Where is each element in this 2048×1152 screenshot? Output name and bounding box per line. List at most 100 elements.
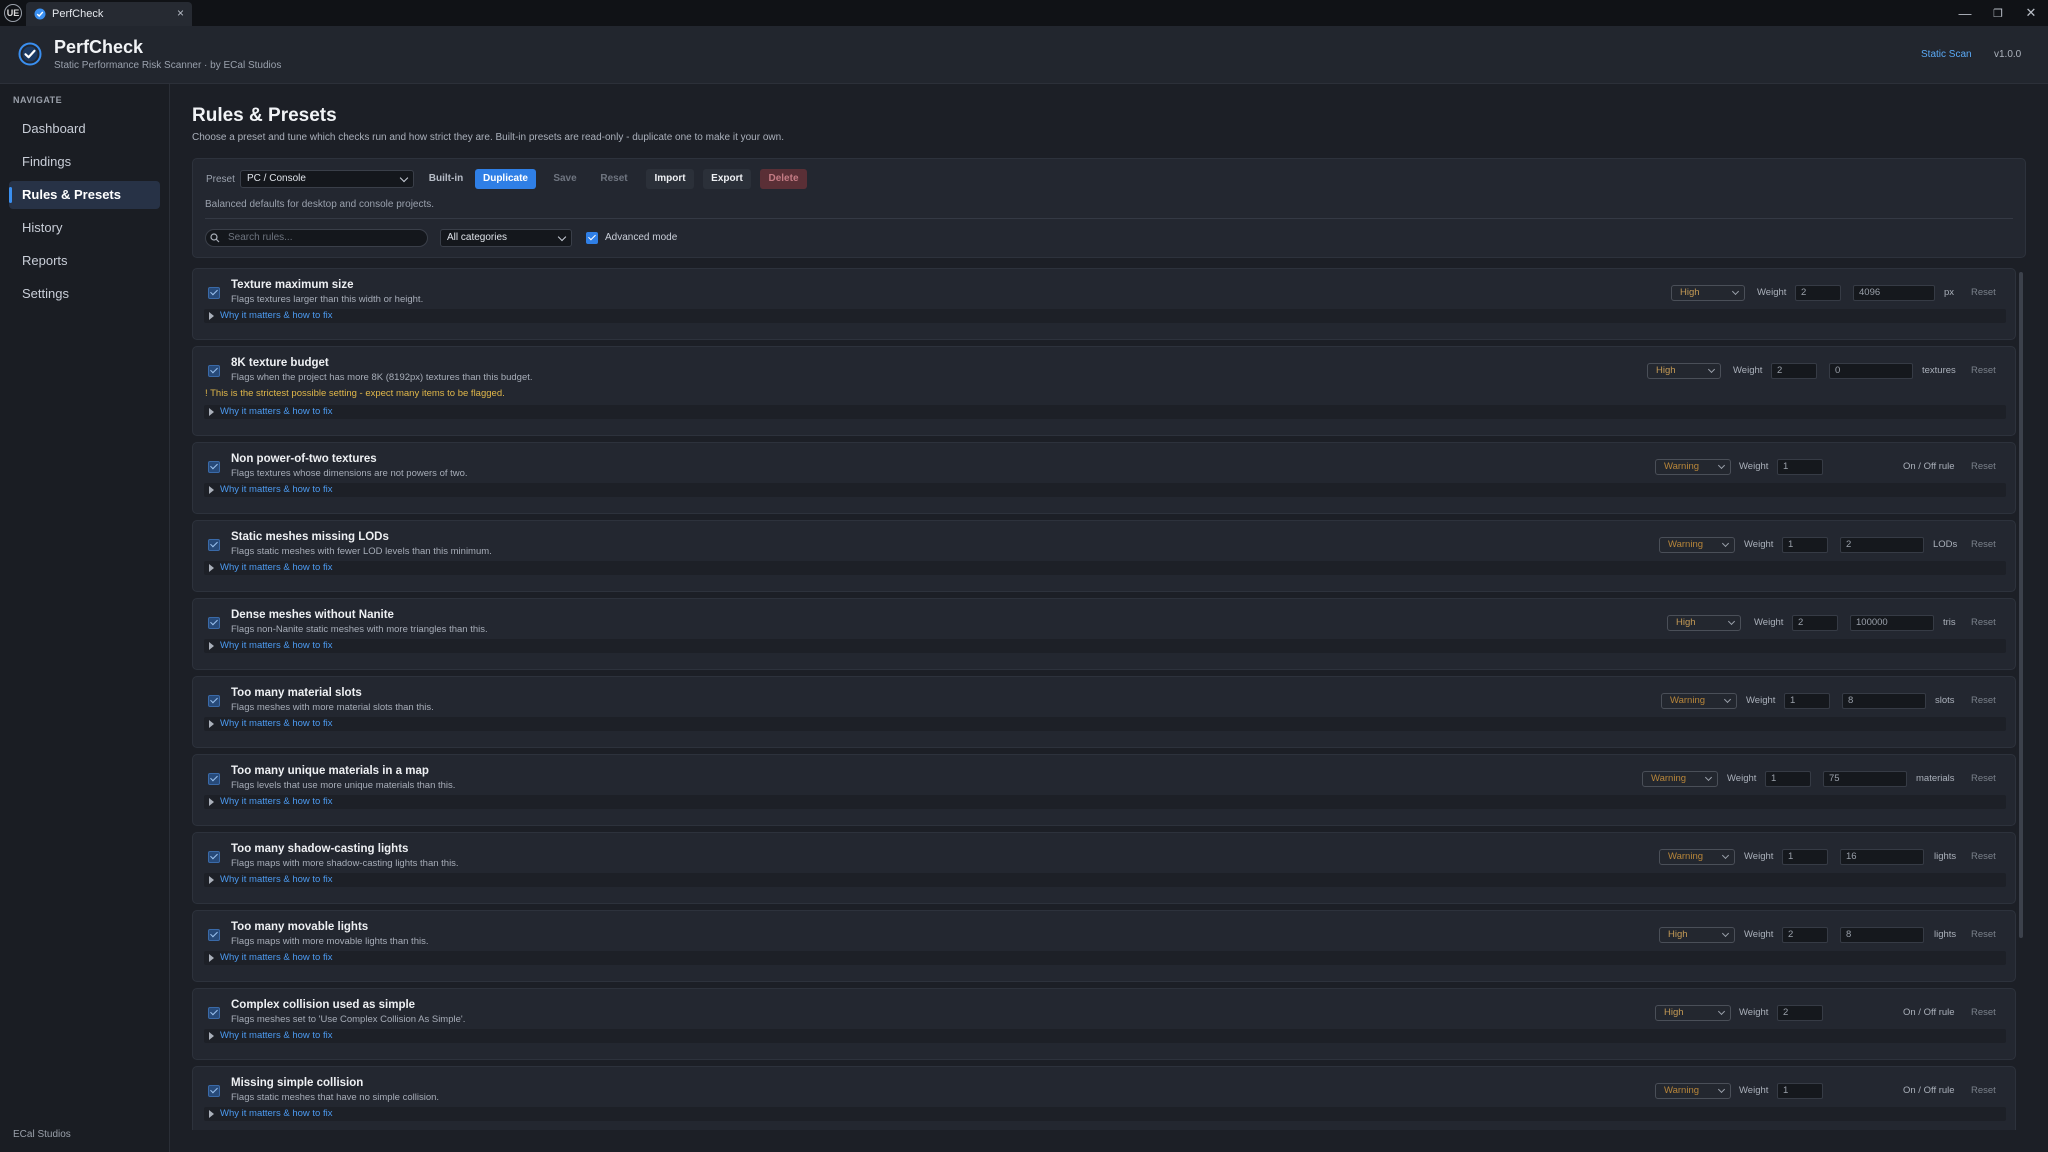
- why-expander[interactable]: Why it matters & how to fix: [204, 795, 2006, 809]
- rule-reset-button[interactable]: Reset: [1971, 539, 1996, 550]
- expand-arrow-icon: [209, 1032, 214, 1040]
- sidebar-item-rules-presets[interactable]: Rules & Presets: [9, 181, 160, 209]
- duplicate-button[interactable]: Duplicate: [475, 169, 536, 189]
- rule-enabled-checkbox[interactable]: [208, 287, 220, 299]
- rule-reset-button[interactable]: Reset: [1971, 1085, 1996, 1096]
- rule-enabled-checkbox[interactable]: [208, 461, 220, 473]
- threshold-input[interactable]: 0: [1829, 363, 1913, 379]
- rule-enabled-checkbox[interactable]: [208, 1007, 220, 1019]
- weight-input[interactable]: 2: [1782, 927, 1828, 943]
- weight-label: Weight: [1733, 365, 1763, 376]
- sidebar-item-history[interactable]: History: [9, 214, 160, 242]
- delete-button[interactable]: Delete: [760, 169, 807, 189]
- why-link[interactable]: Why it matters & how to fix: [220, 1030, 332, 1041]
- weight-input[interactable]: 1: [1777, 459, 1823, 475]
- why-expander[interactable]: Why it matters & how to fix: [204, 873, 2006, 887]
- close-window-button[interactable]: ✕: [2016, 0, 2046, 26]
- threshold-unit: slots: [1935, 695, 1955, 706]
- sidebar-item-dashboard[interactable]: Dashboard: [9, 115, 160, 143]
- why-link[interactable]: Why it matters & how to fix: [220, 1108, 332, 1119]
- threshold-input[interactable]: 100000: [1850, 615, 1934, 631]
- threshold-input[interactable]: 16: [1840, 849, 1924, 865]
- threshold-input[interactable]: 8: [1842, 693, 1926, 709]
- rule-reset-button[interactable]: Reset: [1971, 617, 1996, 628]
- why-link[interactable]: Why it matters & how to fix: [220, 796, 332, 807]
- why-expander[interactable]: Why it matters & how to fix: [204, 561, 2006, 575]
- search-input[interactable]: Search rules...: [205, 229, 428, 247]
- rule-enabled-checkbox[interactable]: [208, 365, 220, 377]
- why-expander[interactable]: Why it matters & how to fix: [204, 951, 2006, 965]
- editor-tab[interactable]: PerfCheck ×: [26, 2, 192, 26]
- why-expander[interactable]: Why it matters & how to fix: [204, 639, 2006, 653]
- rule-reset-button[interactable]: Reset: [1971, 773, 1996, 784]
- rule-reset-button[interactable]: Reset: [1971, 851, 1996, 862]
- rule-enabled-checkbox[interactable]: [208, 773, 220, 785]
- rule-enabled-checkbox[interactable]: [208, 617, 220, 629]
- weight-input[interactable]: 1: [1782, 537, 1828, 553]
- rule-reset-button[interactable]: Reset: [1971, 461, 1996, 472]
- static-scan-link[interactable]: Static Scan: [1921, 49, 1972, 60]
- rule-reset-button[interactable]: Reset: [1971, 695, 1996, 706]
- rule-enabled-checkbox[interactable]: [208, 851, 220, 863]
- tab-close-icon[interactable]: ×: [177, 6, 184, 20]
- weight-input[interactable]: 1: [1777, 1083, 1823, 1099]
- advanced-mode-checkbox[interactable]: [586, 232, 598, 244]
- severity-select[interactable]: High: [1667, 615, 1741, 631]
- rule-reset-button[interactable]: Reset: [1971, 1007, 1996, 1018]
- weight-input[interactable]: 2: [1795, 285, 1841, 301]
- rule-enabled-checkbox[interactable]: [208, 929, 220, 941]
- severity-select[interactable]: Warning: [1655, 1083, 1731, 1099]
- preset-select[interactable]: PC / Console: [240, 170, 414, 188]
- minimize-button[interactable]: —: [1950, 0, 1980, 26]
- threshold-input[interactable]: 2: [1840, 537, 1924, 553]
- weight-input[interactable]: 2: [1777, 1005, 1823, 1021]
- severity-select[interactable]: Warning: [1659, 849, 1735, 865]
- severity-select[interactable]: Warning: [1661, 693, 1737, 709]
- rule-reset-button[interactable]: Reset: [1971, 287, 1996, 298]
- why-expander[interactable]: Why it matters & how to fix: [204, 309, 2006, 323]
- severity-select[interactable]: High: [1659, 927, 1735, 943]
- reset-preset-button[interactable]: Reset: [594, 169, 634, 189]
- severity-select[interactable]: Warning: [1659, 537, 1735, 553]
- threshold-input[interactable]: 4096: [1853, 285, 1935, 301]
- severity-select[interactable]: High: [1647, 363, 1721, 379]
- maximize-button[interactable]: ❐: [1983, 0, 2013, 26]
- export-button[interactable]: Export: [703, 169, 751, 189]
- rule-enabled-checkbox[interactable]: [208, 695, 220, 707]
- why-link[interactable]: Why it matters & how to fix: [220, 874, 332, 885]
- save-button[interactable]: Save: [545, 169, 585, 189]
- sidebar-item-settings[interactable]: Settings: [9, 280, 160, 308]
- weight-input[interactable]: 1: [1782, 849, 1828, 865]
- sidebar-item-findings[interactable]: Findings: [9, 148, 160, 176]
- weight-input[interactable]: 2: [1792, 615, 1838, 631]
- threshold-input[interactable]: 8: [1840, 927, 1924, 943]
- why-link[interactable]: Why it matters & how to fix: [220, 484, 332, 495]
- weight-input[interactable]: 2: [1771, 363, 1817, 379]
- why-link[interactable]: Why it matters & how to fix: [220, 952, 332, 963]
- why-expander[interactable]: Why it matters & how to fix: [204, 717, 2006, 731]
- why-link[interactable]: Why it matters & how to fix: [220, 406, 332, 417]
- severity-select[interactable]: Warning: [1655, 459, 1731, 475]
- why-link[interactable]: Why it matters & how to fix: [220, 640, 332, 651]
- sidebar-item-reports[interactable]: Reports: [9, 247, 160, 275]
- rules-scrollbar[interactable]: [2019, 272, 2023, 938]
- why-expander[interactable]: Why it matters & how to fix: [204, 405, 2006, 419]
- severity-select[interactable]: High: [1655, 1005, 1731, 1021]
- why-expander[interactable]: Why it matters & how to fix: [204, 483, 2006, 497]
- severity-select[interactable]: High: [1671, 285, 1745, 301]
- severity-select[interactable]: Warning: [1642, 771, 1718, 787]
- why-link[interactable]: Why it matters & how to fix: [220, 718, 332, 729]
- threshold-input[interactable]: 75: [1823, 771, 1907, 787]
- import-button[interactable]: Import: [646, 169, 694, 189]
- rule-reset-button[interactable]: Reset: [1971, 929, 1996, 940]
- rule-enabled-checkbox[interactable]: [208, 1085, 220, 1097]
- rule-enabled-checkbox[interactable]: [208, 539, 220, 551]
- why-link[interactable]: Why it matters & how to fix: [220, 562, 332, 573]
- weight-input[interactable]: 1: [1765, 771, 1811, 787]
- category-select[interactable]: All categories: [440, 229, 572, 247]
- why-expander[interactable]: Why it matters & how to fix: [204, 1107, 2006, 1121]
- why-link[interactable]: Why it matters & how to fix: [220, 310, 332, 321]
- rule-reset-button[interactable]: Reset: [1971, 365, 1996, 376]
- why-expander[interactable]: Why it matters & how to fix: [204, 1029, 2006, 1043]
- weight-input[interactable]: 1: [1784, 693, 1830, 709]
